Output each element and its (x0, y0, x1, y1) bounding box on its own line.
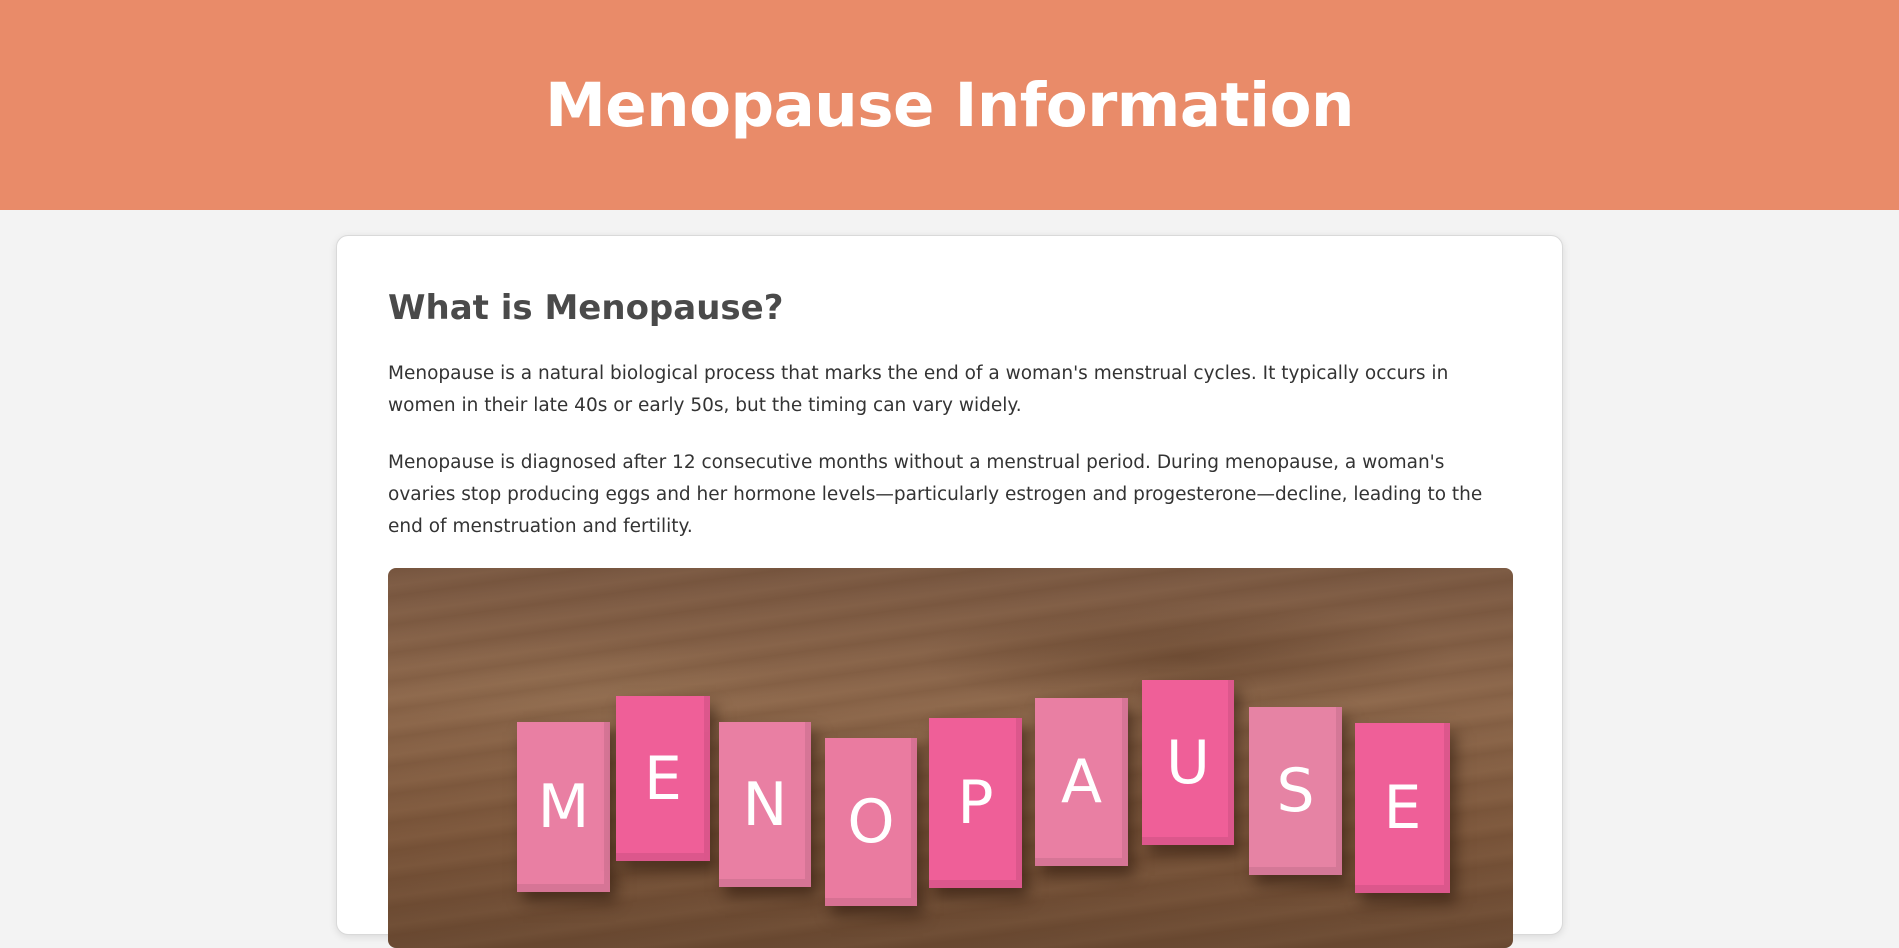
letter-tile: E (616, 696, 710, 861)
site-header: Menopause Information (0, 0, 1899, 210)
letter-tile: U (1142, 680, 1234, 845)
letter-tile: E (1355, 723, 1450, 893)
diagnosis-paragraph: Menopause is diagnosed after 12 consecut… (388, 452, 1483, 537)
letter-tile: A (1035, 698, 1128, 866)
intro-paragraph: Menopause is a natural biological proces… (388, 363, 1449, 416)
letter-tile: O (825, 738, 917, 906)
letter-tile: N (719, 722, 811, 887)
menopause-image: M E N O P A U S E (388, 568, 1513, 948)
page-title: Menopause Information (545, 69, 1354, 141)
letter-tile: S (1249, 707, 1342, 875)
content-card: What is Menopause? Menopause is a natura… (336, 235, 1563, 948)
letter-tile: M (517, 722, 610, 892)
section-heading: What is Menopause? (388, 288, 784, 328)
letter-tile: P (929, 718, 1022, 888)
